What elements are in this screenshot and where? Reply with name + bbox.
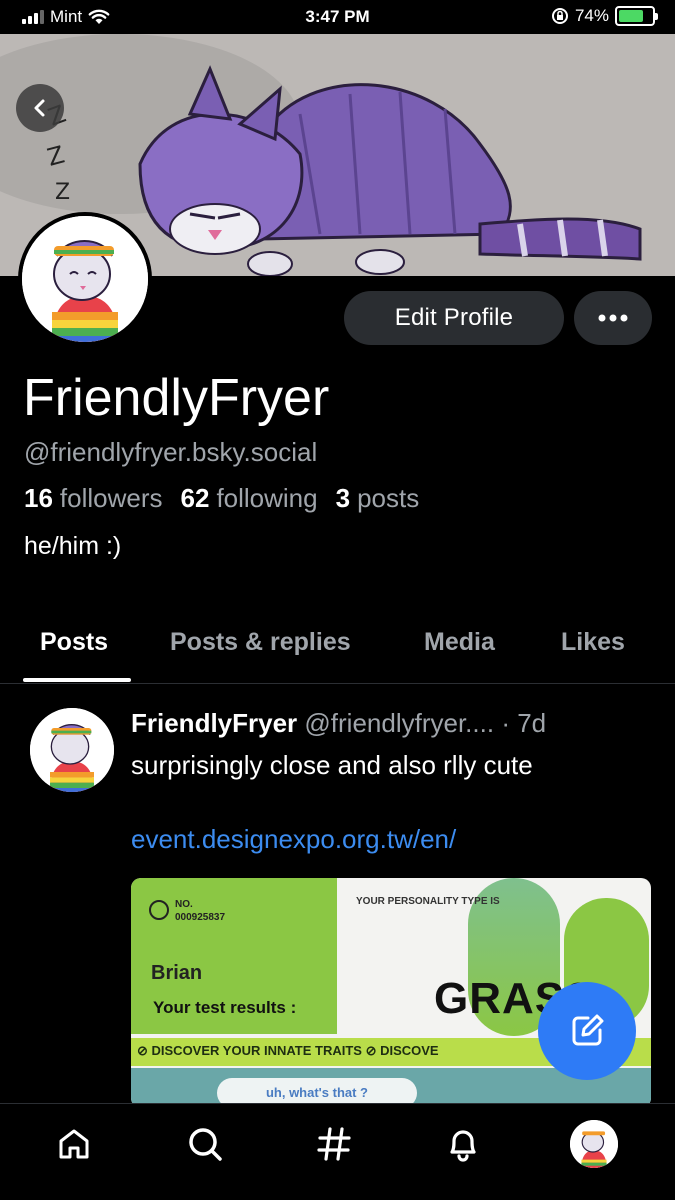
- image-type-label: YOUR PERSONALITY TYPE IS: [356, 896, 500, 907]
- nav-feeds[interactable]: [312, 1122, 356, 1166]
- image-circle-mark: [149, 900, 169, 920]
- post-age: · 7d: [501, 708, 547, 738]
- nav-search[interactable]: [183, 1122, 227, 1166]
- posts-stat: 3 posts: [335, 483, 420, 513]
- compose-button[interactable]: [538, 982, 636, 1080]
- post-link[interactable]: event.designexpo.org.tw/en/: [131, 824, 456, 855]
- home-icon: [59, 1129, 89, 1159]
- post-header: FriendlyFryer @friendlyfryer.... · 7d: [131, 708, 661, 739]
- image-name: Brian: [151, 962, 203, 984]
- image-results-label: Your test results :: [153, 998, 297, 1017]
- post-author-handle[interactable]: @friendlyfryer....: [304, 708, 494, 738]
- chevron-left-icon: [34, 99, 45, 117]
- avatar-illustration: [22, 216, 148, 342]
- following-stat[interactable]: 62 following: [181, 483, 318, 514]
- bottom-navigation: [0, 1103, 675, 1200]
- tab-posts-replies[interactable]: Posts & replies: [170, 628, 351, 657]
- svg-text:Z: Z: [55, 180, 70, 205]
- search-icon: [189, 1128, 222, 1161]
- ellipsis-icon: [598, 314, 628, 322]
- nav-home[interactable]: [52, 1122, 96, 1166]
- tab-posts[interactable]: Posts: [40, 628, 108, 657]
- more-options-button[interactable]: [574, 291, 652, 345]
- battery-percent: 74%: [574, 6, 609, 25]
- display-name: FriendlyFryer: [23, 369, 330, 427]
- post-avatar-illustration: [30, 708, 114, 792]
- status-bar: Mint 3:47 PM 74%: [0, 0, 675, 34]
- post-author-name[interactable]: FriendlyFryer: [131, 708, 297, 738]
- edit-profile-button[interactable]: Edit Profile: [344, 291, 564, 345]
- image-number: NO. 000925837: [175, 899, 226, 923]
- profile-tabs: Posts Posts & replies Media Likes: [0, 604, 675, 684]
- back-button[interactable]: [16, 84, 64, 132]
- battery-icon: [615, 6, 658, 26]
- profile-avatar[interactable]: [18, 212, 152, 346]
- battery-group: 74%: [551, 6, 658, 26]
- tab-media[interactable]: Media: [424, 628, 495, 657]
- nav-avatar-illustration: [570, 1120, 618, 1168]
- profile-bio: he/him :): [24, 532, 122, 560]
- post-text: surprisingly close and also rlly cute: [131, 750, 533, 780]
- compose-icon: [572, 1014, 604, 1046]
- hashtag-icon: [317, 1127, 351, 1161]
- tab-likes[interactable]: Likes: [561, 628, 625, 657]
- nav-profile-avatar[interactable]: [570, 1120, 618, 1168]
- profile-handle: @friendlyfryer.bsky.social: [24, 437, 318, 467]
- followers-stat[interactable]: 16 followers: [24, 483, 163, 514]
- active-tab-indicator: [23, 678, 131, 682]
- nav-notifications[interactable]: [441, 1122, 485, 1166]
- notifications-icon: [450, 1130, 476, 1162]
- profile-stats: 16 followers 62 following 3 posts: [24, 483, 419, 514]
- orientation-lock-icon: [551, 8, 568, 24]
- post-author-avatar[interactable]: [28, 706, 116, 794]
